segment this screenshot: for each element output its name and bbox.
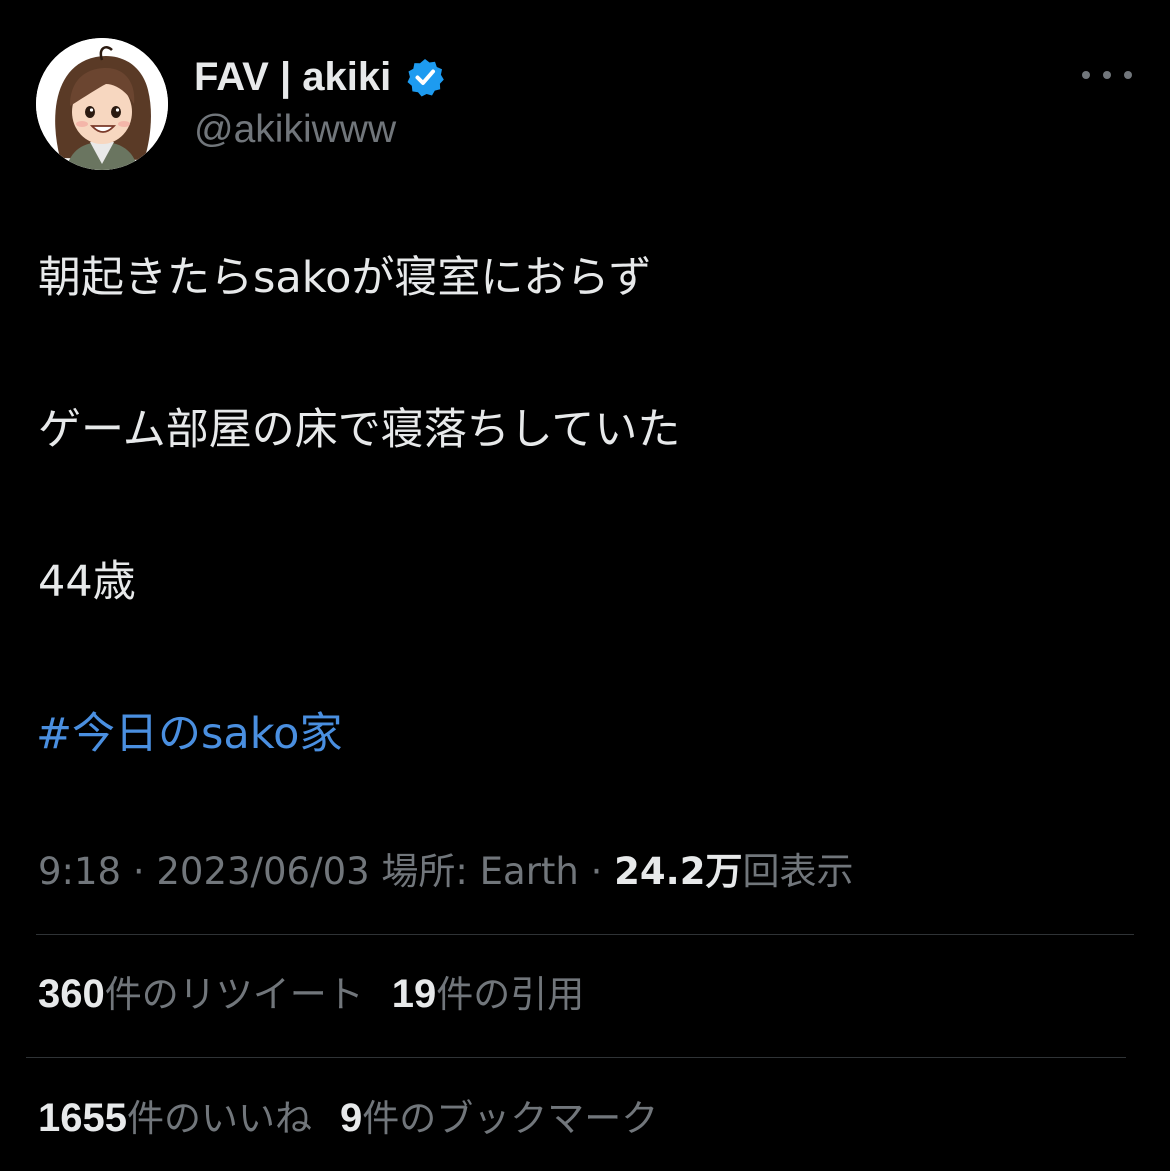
divider — [26, 1057, 1126, 1058]
more-horizontal-icon — [1124, 71, 1132, 79]
more-options-button[interactable] — [1082, 58, 1132, 92]
meta-separator: · — [132, 850, 157, 893]
tweet-text-line: ゲーム部屋の床で寝落ちしていた — [38, 405, 681, 455]
engagement-stats-row: 360件のリツイート 19件の引用 — [38, 970, 584, 1019]
meta-separator: · — [590, 850, 615, 893]
retweets-count: 360 — [38, 972, 105, 1016]
bookmarks-stat[interactable]: 9件のブックマーク — [339, 1096, 659, 1140]
hashtag-link[interactable]: #今日のsako家 — [36, 706, 342, 762]
author-handle[interactable]: @akikiwww — [194, 108, 396, 152]
quotes-label: 件の引用 — [436, 973, 585, 1016]
divider — [36, 934, 1134, 935]
engagement-stats-row: 1655件のいいね 9件のブックマーク — [38, 1094, 658, 1143]
more-horizontal-icon — [1103, 71, 1111, 79]
tweet-text-line: 44歳 — [38, 557, 136, 607]
likes-label: 件のいいね — [126, 1097, 312, 1140]
views-label: 回表示 — [742, 850, 854, 893]
tweet-text-line: 朝起きたらsakoが寝室におらず — [38, 253, 652, 303]
likes-stat[interactable]: 1655件のいいね — [38, 1096, 312, 1140]
quotes-stat[interactable]: 19件の引用 — [391, 972, 585, 1016]
tweet-date[interactable]: 2023/06/03 — [156, 850, 369, 893]
bookmarks-label: 件のブックマーク — [362, 1097, 659, 1140]
author-display-name[interactable]: FAV | akiki — [194, 55, 391, 100]
quotes-count: 19 — [391, 972, 437, 1016]
tweet-location: 場所: Earth — [381, 850, 579, 893]
tweet-meta: 9:18 · 2023/06/03 場所: Earth · 24.2万回表示 — [38, 848, 853, 896]
likes-count: 1655 — [38, 1096, 127, 1140]
tweet-time[interactable]: 9:18 — [38, 850, 121, 893]
author-name-row[interactable]: FAV | akiki — [194, 50, 445, 104]
retweets-label: 件のリツイート — [104, 973, 364, 1016]
verified-badge-icon — [405, 57, 445, 97]
retweets-stat[interactable]: 360件のリツイート — [38, 972, 364, 1016]
bookmarks-count: 9 — [339, 1096, 363, 1140]
avatar[interactable] — [36, 38, 168, 170]
avatar-illustration-icon — [36, 38, 168, 170]
more-horizontal-icon — [1082, 71, 1090, 79]
views-count[interactable]: 24.2万 — [614, 850, 742, 893]
